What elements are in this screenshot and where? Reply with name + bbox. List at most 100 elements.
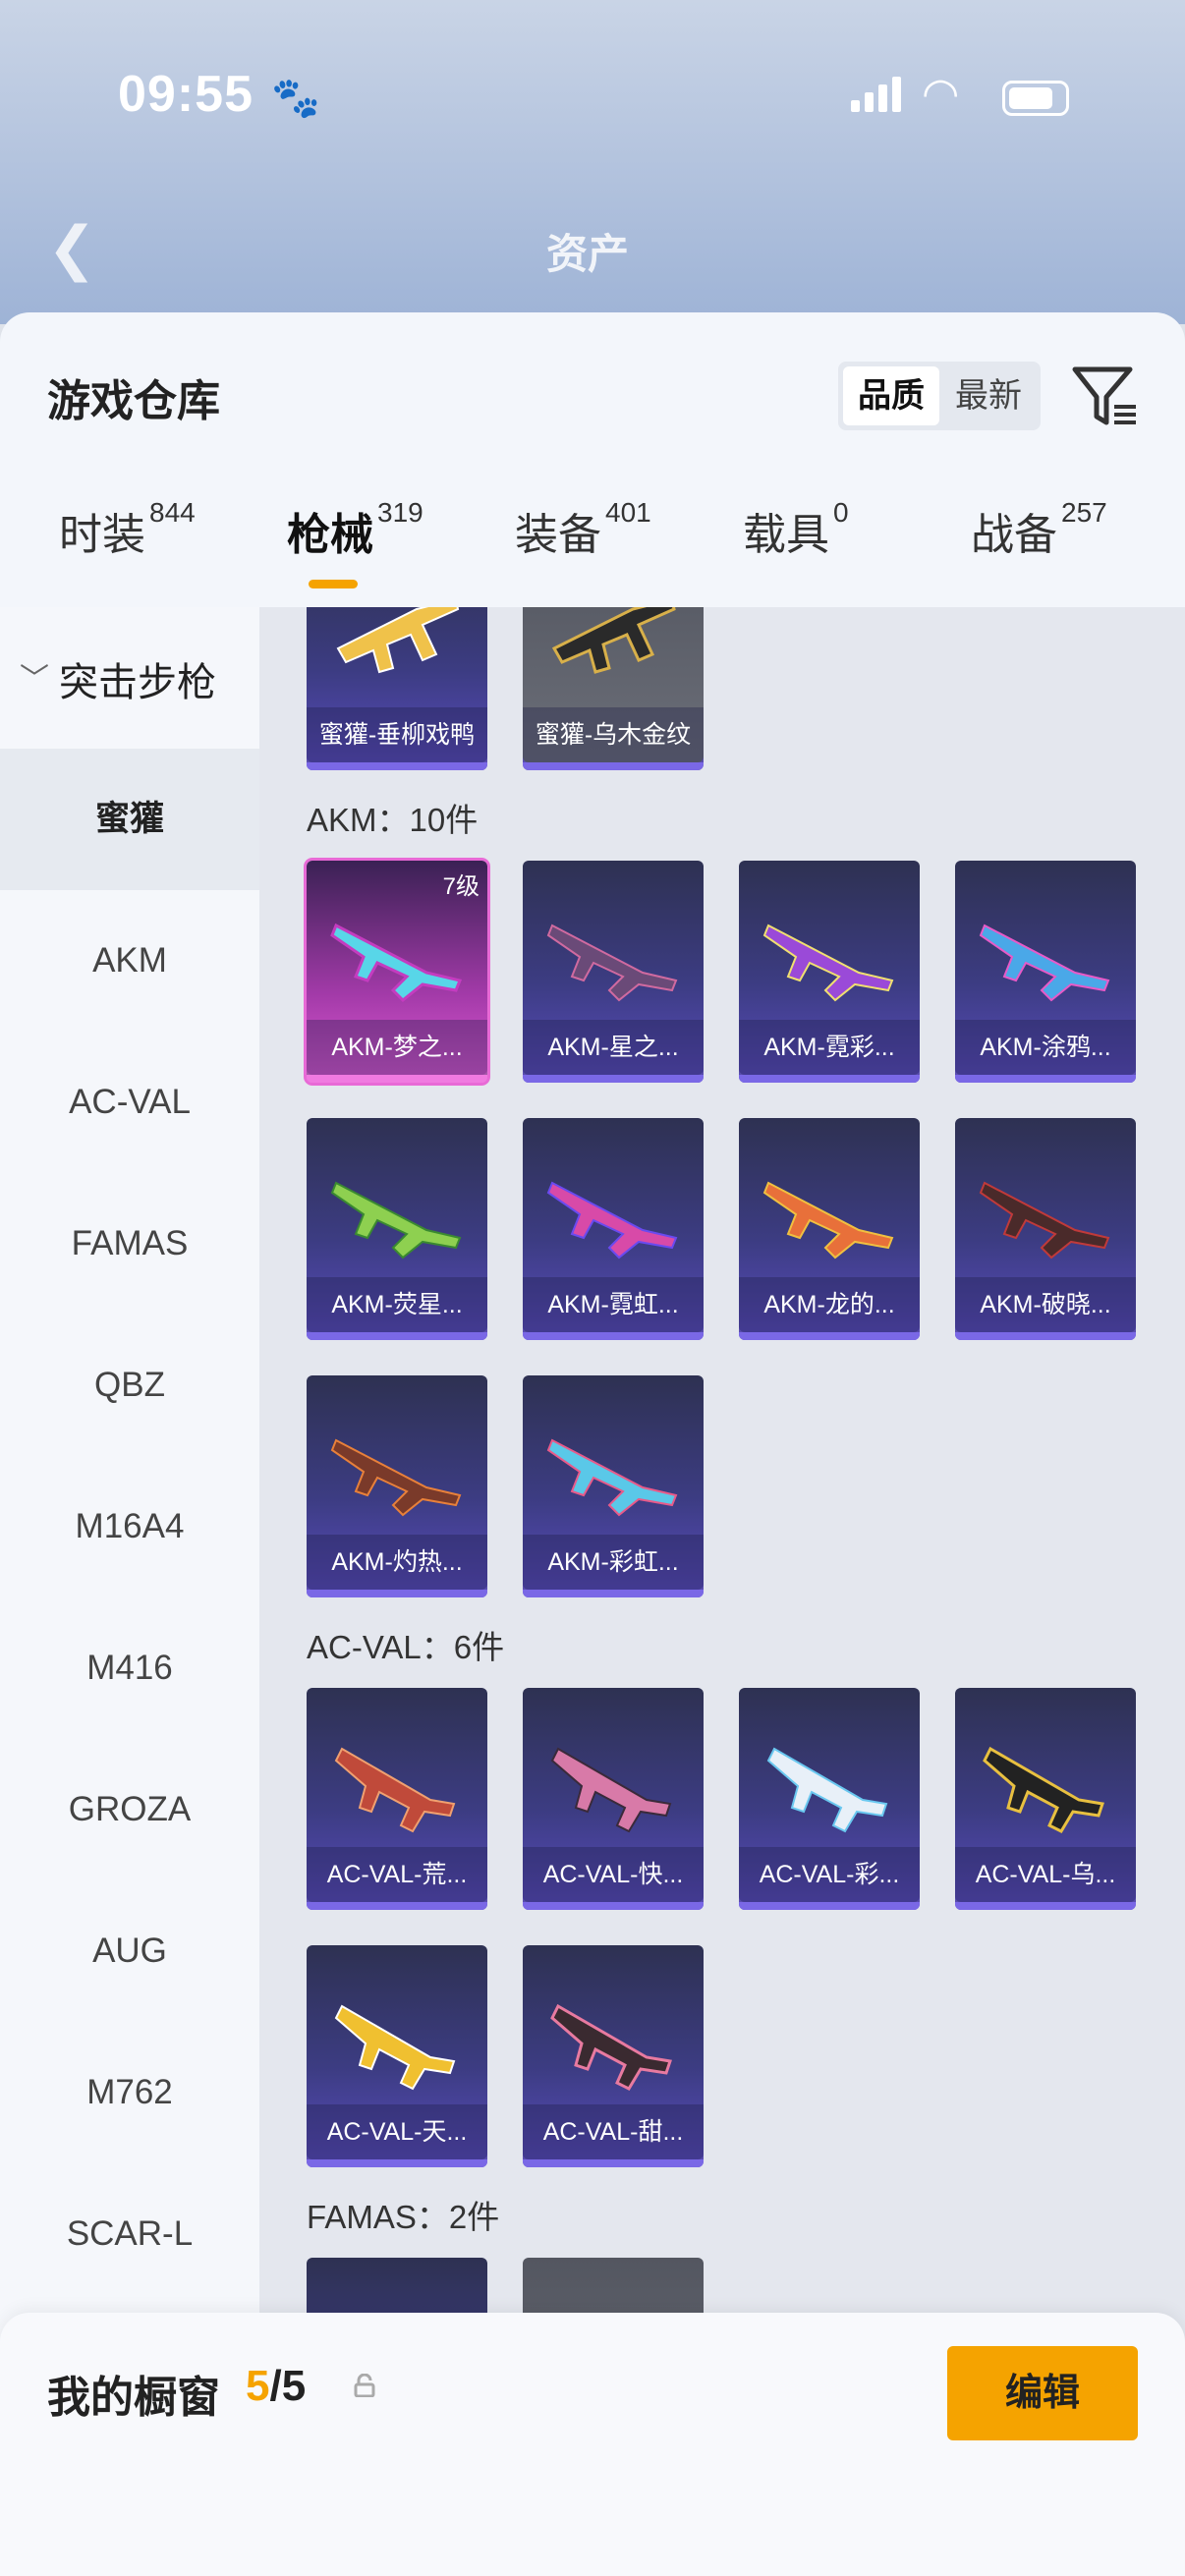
- sidebar-item-m16a4[interactable]: M16A4: [0, 1456, 259, 1597]
- sidebar-item-akm[interactable]: AKM: [0, 890, 259, 1032]
- item-card[interactable]: AKM-彩虹...: [523, 1375, 704, 1597]
- gun-image: [550, 2003, 672, 2091]
- item-card[interactable]: AC-VAL-天...: [307, 1945, 487, 2167]
- gun-image: [330, 1438, 462, 1517]
- sidebar-item-m416[interactable]: M416: [0, 1597, 259, 1739]
- gun-image: [546, 1181, 678, 1260]
- filter-icon[interactable]: [1071, 362, 1140, 430]
- gun-image: [979, 924, 1110, 1002]
- item-name: AC-VAL-天...: [307, 2104, 487, 2159]
- gun-image: [762, 1181, 894, 1260]
- tab-count: 844: [149, 497, 196, 528]
- back-arrow-icon[interactable]: ❮: [47, 214, 96, 283]
- sidebar-item-groza[interactable]: GROZA: [0, 1739, 259, 1880]
- lock-icon: [354, 2374, 375, 2397]
- sort-toggle: 品质 最新: [838, 362, 1041, 430]
- tab-fashion[interactable]: 时装 844: [59, 497, 196, 607]
- tab-guns[interactable]: 枪械 319: [287, 497, 423, 607]
- sidebar-item-famas[interactable]: FAMAS: [0, 1173, 259, 1315]
- sidebar-item-honey-badger[interactable]: 蜜獾: [0, 749, 259, 890]
- asset-title: 资产: [546, 231, 630, 277]
- gun-image: [336, 607, 460, 674]
- sidebar: ﹀ 突击步枪 蜜獾 AKM AC-VAL FAMAS QBZ M16A4 M41…: [0, 607, 259, 2576]
- showcase-current: 5: [246, 2362, 270, 2410]
- sidebar-category[interactable]: ﹀ 突击步枪: [0, 607, 259, 749]
- gun-image: [330, 1181, 462, 1260]
- tab-count: 0: [833, 497, 849, 528]
- item-name: AKM-星之...: [523, 1020, 704, 1075]
- gun-image: [546, 1438, 678, 1517]
- tab-supplies[interactable]: 战备 257: [971, 497, 1107, 607]
- item-name: AKM-荧星...: [307, 1277, 487, 1332]
- sidebar-item-acval[interactable]: AC-VAL: [0, 1032, 259, 1173]
- item-card[interactable]: AC-VAL-甜...: [523, 1945, 704, 2167]
- item-card[interactable]: 蜜獾-垂柳戏鸭: [307, 607, 487, 770]
- item-name: AKM-灼热...: [307, 1535, 487, 1590]
- tab-label: 枪械: [287, 511, 373, 559]
- sort-quality-button[interactable]: 品质: [843, 366, 939, 425]
- gun-image: [330, 923, 463, 1003]
- gun-image: [983, 1746, 1104, 1833]
- showcase-total: /5: [269, 2362, 307, 2410]
- item-card[interactable]: 7级 AKM-梦之...: [307, 861, 487, 1083]
- section-title-akm: AKM：10件: [307, 802, 479, 838]
- item-name: 蜜獾-乌木金纹: [523, 707, 704, 762]
- status-time: 09:55: [118, 66, 254, 123]
- active-tab-indicator: [309, 580, 358, 588]
- gun-image: [979, 1181, 1110, 1260]
- wifi-icon: ◠: [922, 70, 960, 118]
- item-name: AC-VAL-甜...: [523, 2104, 704, 2159]
- item-card[interactable]: AKM-龙的...: [739, 1118, 920, 1340]
- chevron-down-icon: ﹀: [20, 663, 49, 696]
- item-grid: 蜜獾-垂柳戏鸭 蜜獾-乌木金纹 AKM：10件 7级 AKM-梦之... AKM…: [259, 607, 1185, 2576]
- item-card[interactable]: AKM-荧星...: [307, 1118, 487, 1340]
- item-card[interactable]: AKM-星之...: [523, 861, 704, 1083]
- status-bar: 09:55 🐾 ◠: [0, 59, 1185, 138]
- tab-count: 257: [1061, 497, 1107, 528]
- tab-count: 319: [377, 497, 423, 528]
- item-card[interactable]: 蜜獾-乌木金纹: [523, 607, 704, 770]
- item-name: AKM-涂鸦...: [955, 1020, 1136, 1075]
- gun-image: [334, 2004, 456, 2091]
- tab-label: 时装: [59, 511, 145, 559]
- sidebar-item-scarl[interactable]: SCAR-L: [0, 2163, 259, 2305]
- showcase-title: 我的橱窗: [47, 2374, 220, 2422]
- gun-image: [550, 1747, 672, 1833]
- sidebar-item-aug[interactable]: AUG: [0, 1880, 259, 2022]
- tab-label: 装备: [515, 511, 601, 559]
- item-name: AKM-彩虹...: [523, 1535, 704, 1590]
- tab-label: 战备: [971, 511, 1057, 559]
- warehouse-sheet: 游戏仓库 品质 最新 时装 844 枪械 319 装备 401 载具 0 战备 257 ﹀…: [0, 312, 1185, 2576]
- category-tabs: 时装 844 枪械 319 装备 401 载具 0 战备 257: [0, 497, 1185, 607]
- section-title-famas: FAMAS：2件: [307, 2199, 500, 2235]
- item-name: 蜜獾-垂柳戏鸭: [307, 707, 487, 762]
- sort-latest-button[interactable]: 最新: [940, 366, 1037, 425]
- item-card[interactable]: AC-VAL-快...: [523, 1688, 704, 1910]
- item-card[interactable]: AC-VAL-彩...: [739, 1688, 920, 1910]
- edit-button[interactable]: 编辑: [947, 2346, 1138, 2440]
- item-card[interactable]: AC-VAL-荒...: [307, 1688, 487, 1910]
- sheet-title: 游戏仓库: [47, 377, 220, 425]
- item-name: AKM-霓彩...: [739, 1020, 920, 1075]
- item-name: AC-VAL-乌...: [955, 1847, 1136, 1902]
- item-card[interactable]: AKM-破晓...: [955, 1118, 1136, 1340]
- battery-icon: [1002, 81, 1069, 116]
- showcase-count: 5/5: [246, 2362, 306, 2411]
- tab-equipment[interactable]: 装备 401: [515, 497, 651, 607]
- item-name: AKM-龙的...: [739, 1277, 920, 1332]
- item-card[interactable]: AKM-霓虹...: [523, 1118, 704, 1340]
- gun-image: [762, 924, 894, 1002]
- item-card[interactable]: AC-VAL-乌...: [955, 1688, 1136, 1910]
- tab-vehicles[interactable]: 载具 0: [743, 497, 849, 607]
- paw-icon: 🐾: [271, 77, 320, 120]
- signal-icon: [851, 77, 906, 112]
- sidebar-item-qbz[interactable]: QBZ: [0, 1315, 259, 1456]
- item-card[interactable]: AKM-霓彩...: [739, 861, 920, 1083]
- gun-image: [551, 607, 676, 674]
- sidebar-item-m762[interactable]: M762: [0, 2022, 259, 2163]
- item-card[interactable]: AKM-灼热...: [307, 1375, 487, 1597]
- background-header: 09:55 🐾 ◠ ❮ 资产: [0, 0, 1185, 324]
- showcase-bar: 我的橱窗 5/5 编辑: [0, 2313, 1185, 2576]
- item-card[interactable]: AKM-涂鸦...: [955, 861, 1136, 1083]
- item-name: AC-VAL-快...: [523, 1847, 704, 1902]
